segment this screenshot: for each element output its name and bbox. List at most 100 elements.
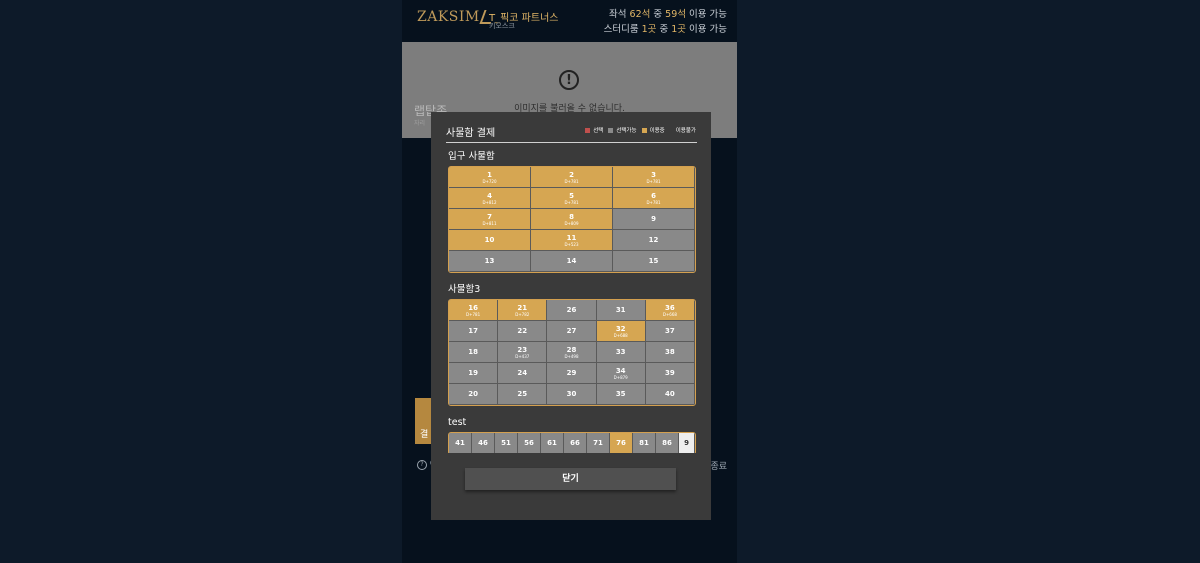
locker-grid: 1 D+720 2 D+781 3 D+781 4 D+812 5 D+781 6 D+781 7 D+8… xyxy=(448,166,696,273)
locker-cell[interactable]: 2 D+781 xyxy=(531,167,613,188)
locker-number: 39 xyxy=(665,369,675,377)
locker-cell[interactable]: 51 xyxy=(495,433,518,453)
locker-cell[interactable]: 20 xyxy=(449,384,499,405)
locker-number: 28 xyxy=(566,345,577,354)
locker-cell[interactable]: 23 D+437 xyxy=(498,342,548,363)
section-title: 사물함3 xyxy=(448,284,481,295)
locker-number: 34 xyxy=(615,366,626,375)
locker-cell[interactable]: 6 D+781 xyxy=(613,188,695,209)
locker-scroll-area[interactable]: 입구 사물함 1 D+720 2 D+781 3 D+781 4 D+812 5 D+781 6 D+… xyxy=(448,150,696,453)
locker-cell[interactable]: 41 xyxy=(449,433,472,453)
locker-cell[interactable]: 10 xyxy=(449,230,531,251)
locker-cell[interactable]: 35 xyxy=(596,384,646,405)
locker-number: 40 xyxy=(665,390,675,398)
locker-number: 23 xyxy=(517,345,528,354)
locker-number: 61 xyxy=(547,439,557,447)
locker-cell[interactable]: 13 xyxy=(449,251,531,272)
locker-cell[interactable]: 26 xyxy=(547,300,597,321)
locker-cell[interactable]: 86 xyxy=(656,433,679,453)
locker-number: 12 xyxy=(648,236,659,244)
locker-cell[interactable]: 8 D+809 xyxy=(531,209,613,230)
locker-number: 14 xyxy=(566,257,577,265)
locker-cell[interactable]: 9 xyxy=(679,433,695,453)
locker-cell[interactable]: 81 xyxy=(633,433,656,453)
locker-cell[interactable]: 37 xyxy=(645,321,695,342)
locker-cell[interactable]: 4 D+812 xyxy=(449,188,531,209)
locker-cell[interactable]: 56 xyxy=(518,433,541,453)
locker-number: 38 xyxy=(665,348,675,356)
locker-number: 2 xyxy=(569,170,574,179)
locker-cell[interactable]: 66 xyxy=(564,433,587,453)
locker-cell[interactable]: 14 xyxy=(531,251,613,272)
locker-cell[interactable]: 19 xyxy=(449,363,499,384)
locker-cell[interactable]: 17 xyxy=(449,321,499,342)
locker-cell[interactable]: 30 xyxy=(547,384,597,405)
locker-cell[interactable]: 3 D+781 xyxy=(613,167,695,188)
room-availability: 스터디룸 1곳 중 1곳 이용 가능 xyxy=(603,24,727,35)
locker-cell[interactable]: 31 xyxy=(596,300,646,321)
locker-cell[interactable]: 27 xyxy=(547,321,597,342)
locker-cell[interactable]: 32 D+688 xyxy=(596,321,646,342)
locker-number: 19 xyxy=(468,369,478,377)
locker-cell[interactable]: 15 xyxy=(613,251,695,272)
locker-number: 15 xyxy=(648,257,659,265)
locker-cell[interactable]: 33 xyxy=(596,342,646,363)
locker-grid: 16 D+781 21 D+782 26 31 36 D+668 17 22 27 32 D+688 37… xyxy=(448,299,696,406)
locker-number: 13 xyxy=(484,257,495,265)
locker-cell[interactable]: 34 D+879 xyxy=(596,363,646,384)
locker-number: 51 xyxy=(501,439,511,447)
locker-days-remaining: D+668 xyxy=(662,311,677,317)
locker-cell[interactable]: 16 D+781 xyxy=(449,300,499,321)
locker-cell[interactable]: 24 xyxy=(498,363,548,384)
exit-link[interactable]: 종료 xyxy=(710,459,727,472)
locker-number: 16 xyxy=(468,303,478,312)
locker-cell[interactable]: 61 xyxy=(541,433,564,453)
locker-number: 26 xyxy=(566,306,577,314)
locker-cell[interactable]: 25 xyxy=(498,384,548,405)
locker-days-remaining: D+782 xyxy=(515,311,530,317)
section-title: 입구 사물함 xyxy=(448,151,495,162)
locker-cell[interactable]: 39 xyxy=(645,363,695,384)
locker-cell[interactable]: 21 D+782 xyxy=(498,300,548,321)
locker-days-remaining: D+688 xyxy=(613,332,628,338)
locker-section: 사물함3 16 D+781 21 D+782 26 31 36 D+668 17 22 27 32 D+… xyxy=(448,283,696,406)
locker-days-remaining: D+812 xyxy=(482,199,497,205)
locker-cell[interactable]: 7 D+811 xyxy=(449,209,531,230)
title-divider xyxy=(446,142,697,143)
legend-available: 선택가능 xyxy=(608,126,637,134)
locker-cell[interactable]: 36 D+668 xyxy=(645,300,695,321)
legend-unavailable: 이용불가 xyxy=(675,128,696,134)
locker-cell[interactable]: 5 D+781 xyxy=(531,188,613,209)
legend-selected: 선택 xyxy=(585,126,603,134)
locker-cell[interactable]: 12 xyxy=(613,230,695,251)
locker-cell[interactable]: 1 D+720 xyxy=(449,167,531,188)
locker-days-remaining: D+781 xyxy=(646,199,661,205)
locker-cell[interactable]: 18 xyxy=(449,342,499,363)
locker-section: test 41 46 51 56 61 66 71 76 81 86 9 xyxy=(448,416,696,453)
locker-number: 86 xyxy=(662,439,672,447)
locker-payment-modal: 사물함 결제 선택 선택가능 이용중 이용불가 입구 사물함 1 D+720 2 D+… xyxy=(431,112,711,520)
locker-number: 7 xyxy=(487,212,492,221)
locker-number: 24 xyxy=(517,369,528,377)
locker-cell[interactable]: 9 xyxy=(613,209,695,230)
locker-number: 29 xyxy=(566,369,577,377)
close-button[interactable]: 닫기 xyxy=(465,468,676,490)
locker-cell[interactable]: 76 xyxy=(610,433,633,453)
locker-number: 6 xyxy=(651,191,656,200)
locker-number: 17 xyxy=(468,327,478,335)
locker-cell[interactable]: 29 xyxy=(547,363,597,384)
locker-cell[interactable]: 71 xyxy=(587,433,610,453)
locker-number: 81 xyxy=(639,439,649,447)
locker-cell[interactable]: 46 xyxy=(472,433,495,453)
locker-cell[interactable]: 28 D+498 xyxy=(547,342,597,363)
brand-logo: ZAKSIM xyxy=(417,9,496,25)
locker-number: 32 xyxy=(615,324,626,333)
locker-number: 22 xyxy=(517,327,528,335)
locker-cell[interactable]: 38 xyxy=(645,342,695,363)
locker-number: 37 xyxy=(665,327,675,335)
locker-cell[interactable]: 22 xyxy=(498,321,548,342)
locker-grid: 41 46 51 56 61 66 71 76 81 86 9 xyxy=(448,432,696,453)
locker-cell[interactable]: 11 D+523 xyxy=(531,230,613,251)
section-title: test xyxy=(448,417,467,428)
locker-cell[interactable]: 40 xyxy=(645,384,695,405)
